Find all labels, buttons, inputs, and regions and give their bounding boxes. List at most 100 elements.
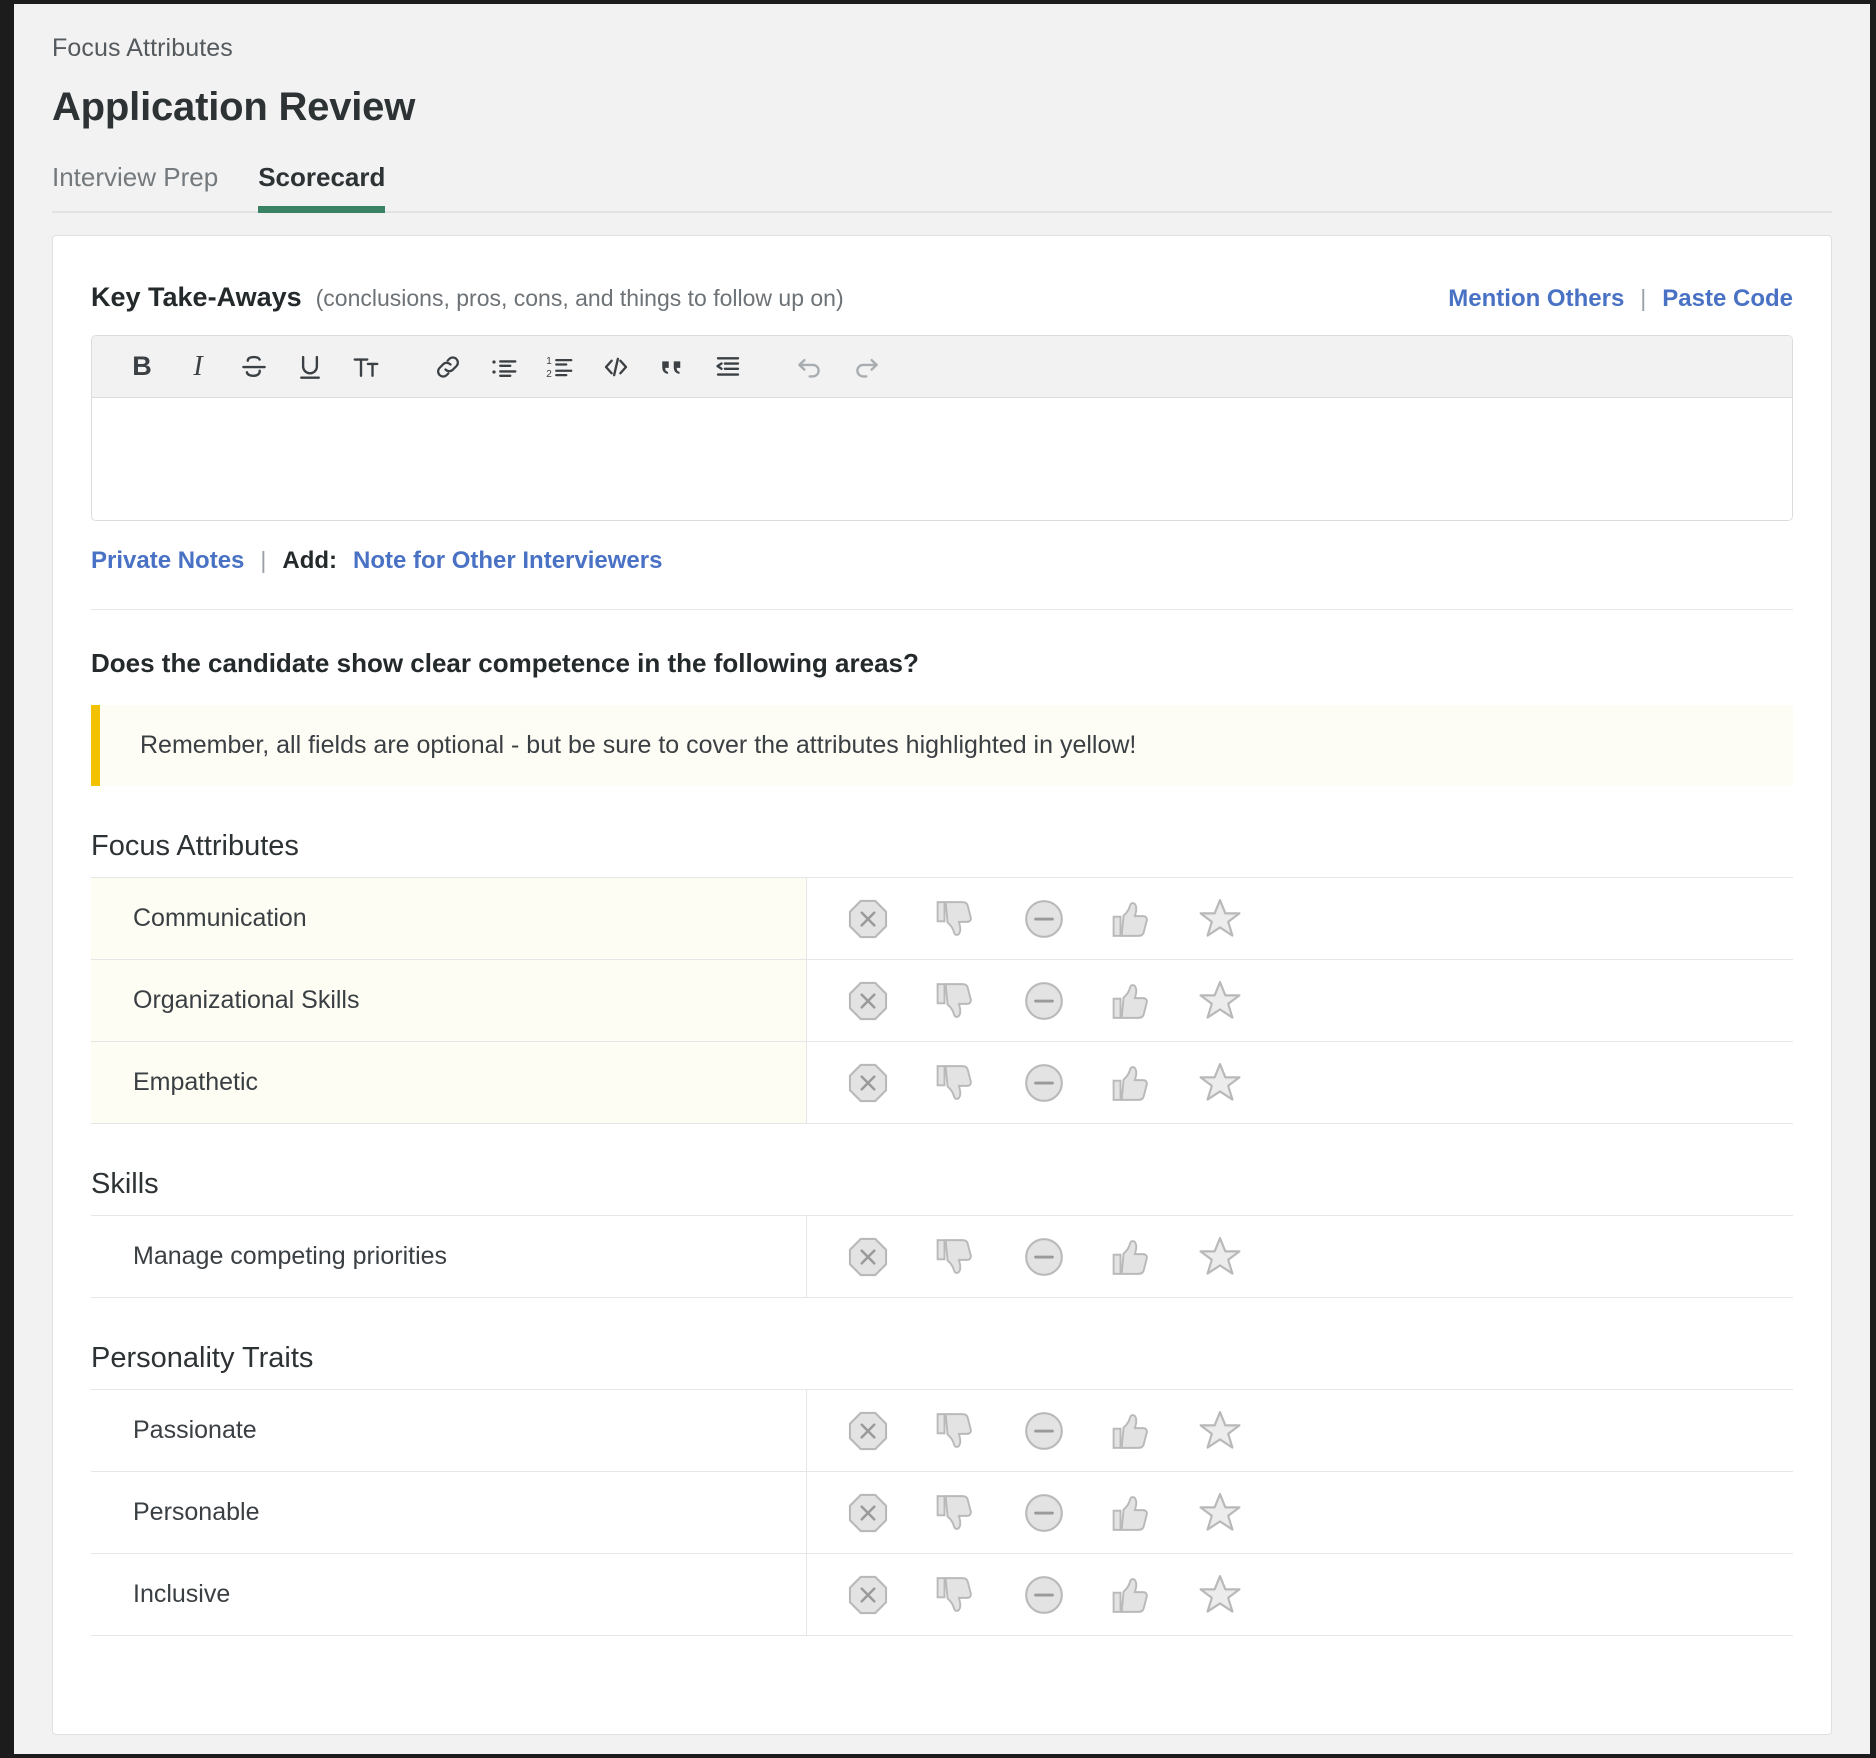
strong-no-icon[interactable] bbox=[843, 1232, 893, 1282]
thumbs-up-icon[interactable] bbox=[1107, 1488, 1157, 1538]
rich-text-editor: B I 1 2 bbox=[91, 335, 1793, 521]
strong-yes-star-icon[interactable] bbox=[1195, 1488, 1245, 1538]
page-title: Application Review bbox=[52, 85, 416, 129]
numbered-list-icon[interactable]: 1 2 bbox=[532, 341, 588, 393]
attribute-label: Empathetic bbox=[91, 1042, 807, 1123]
strong-no-icon[interactable] bbox=[843, 894, 893, 944]
strong-yes-star-icon[interactable] bbox=[1195, 976, 1245, 1026]
key-takeaways-header: Key Take-Aways (conclusions, pros, cons,… bbox=[91, 236, 1793, 335]
rating-group bbox=[807, 1390, 1245, 1471]
strong-no-icon[interactable] bbox=[843, 1058, 893, 1108]
attribute-label: Personable bbox=[91, 1472, 807, 1553]
table-row: Personable bbox=[91, 1472, 1793, 1554]
thumbs-down-icon[interactable] bbox=[931, 1406, 981, 1456]
strong-no-icon[interactable] bbox=[843, 1488, 893, 1538]
thumbs-down-icon[interactable] bbox=[931, 1058, 981, 1108]
mixed-icon[interactable] bbox=[1019, 894, 1069, 944]
key-takeaways-subtitle: (conclusions, pros, cons, and things to … bbox=[315, 285, 844, 311]
attribute-groups: Focus Attributes Communication Organizat… bbox=[91, 786, 1793, 1636]
rating-group bbox=[807, 878, 1245, 959]
link-icon[interactable] bbox=[420, 341, 476, 393]
paste-code-link[interactable]: Paste Code bbox=[1662, 285, 1793, 313]
group-title-personality-traits: Personality Traits bbox=[91, 1342, 314, 1374]
attribute-label: Passionate bbox=[91, 1390, 807, 1471]
table-row: Organizational Skills bbox=[91, 960, 1793, 1042]
table-row: Communication bbox=[91, 878, 1793, 960]
note-for-other-interviewers-link[interactable]: Note for Other Interviewers bbox=[353, 547, 662, 575]
strong-yes-star-icon[interactable] bbox=[1195, 1232, 1245, 1282]
thumbs-down-icon[interactable] bbox=[931, 894, 981, 944]
strong-no-icon[interactable] bbox=[843, 1406, 893, 1456]
strong-yes-star-icon[interactable] bbox=[1195, 1406, 1245, 1456]
strong-no-icon[interactable] bbox=[843, 1570, 893, 1620]
thumbs-down-icon[interactable] bbox=[931, 1570, 981, 1620]
page-header: Focus Attributes Application Review Inte… bbox=[14, 4, 1870, 213]
attribute-table-personality-traits: Passionate Personable Inclusive bbox=[91, 1389, 1793, 1636]
thumbs-down-icon[interactable] bbox=[931, 1488, 981, 1538]
table-row: Empathetic bbox=[91, 1042, 1793, 1124]
attribute-table-skills: Manage competing priorities bbox=[91, 1215, 1793, 1298]
thumbs-up-icon[interactable] bbox=[1107, 976, 1157, 1026]
text-size-icon[interactable] bbox=[338, 341, 394, 393]
notes-actions: Private Notes | Add: Note for Other Inte… bbox=[91, 521, 1793, 609]
svg-text:1: 1 bbox=[546, 355, 552, 366]
thumbs-up-icon[interactable] bbox=[1107, 1570, 1157, 1620]
attribute-label: Communication bbox=[91, 878, 807, 959]
attribute-label: Organizational Skills bbox=[91, 960, 807, 1041]
link-separator: | bbox=[1640, 285, 1647, 311]
notes-separator: | bbox=[260, 547, 267, 573]
app-viewport: Focus Attributes Application Review Inte… bbox=[14, 4, 1870, 1754]
key-takeaways-input[interactable] bbox=[92, 398, 1792, 520]
attribute-table-focus-attributes: Communication Organizational Skills Empa… bbox=[91, 877, 1793, 1124]
bold-icon[interactable]: B bbox=[114, 341, 170, 393]
table-row: Inclusive bbox=[91, 1554, 1793, 1636]
tab-scorecard[interactable]: Scorecard bbox=[236, 162, 407, 213]
bulleted-list-icon[interactable] bbox=[476, 341, 532, 393]
underline-icon[interactable] bbox=[282, 341, 338, 393]
thumbs-down-icon[interactable] bbox=[931, 1232, 981, 1282]
indent-icon[interactable] bbox=[700, 341, 756, 393]
editor-toolbar: B I 1 2 bbox=[92, 336, 1792, 398]
strong-yes-star-icon[interactable] bbox=[1195, 1570, 1245, 1620]
scorecard-card: Key Take-Aways (conclusions, pros, cons,… bbox=[52, 235, 1832, 1735]
rating-group bbox=[807, 1554, 1245, 1635]
thumbs-down-icon[interactable] bbox=[931, 976, 981, 1026]
redo-icon[interactable] bbox=[838, 341, 894, 393]
table-row: Manage competing priorities bbox=[91, 1216, 1793, 1298]
strong-yes-star-icon[interactable] bbox=[1195, 1058, 1245, 1108]
mixed-icon[interactable] bbox=[1019, 1406, 1069, 1456]
assessment-question: Does the candidate show clear competence… bbox=[91, 648, 919, 678]
undo-icon[interactable] bbox=[782, 341, 838, 393]
rating-group bbox=[807, 1216, 1245, 1297]
italic-icon[interactable]: I bbox=[170, 341, 226, 393]
attribute-label: Manage competing priorities bbox=[91, 1216, 807, 1297]
add-label: Add: bbox=[282, 547, 338, 574]
mixed-icon[interactable] bbox=[1019, 976, 1069, 1026]
private-notes-link[interactable]: Private Notes bbox=[91, 547, 244, 575]
code-icon[interactable] bbox=[588, 341, 644, 393]
rating-group bbox=[807, 1042, 1245, 1123]
rating-group bbox=[807, 960, 1245, 1041]
svg-text:2: 2 bbox=[546, 369, 552, 380]
tab-interview-prep[interactable]: Interview Prep bbox=[52, 162, 236, 211]
key-takeaways-title: Key Take-Aways bbox=[91, 282, 302, 312]
tab-bar: Interview Prep Scorecard bbox=[52, 162, 1832, 213]
strong-no-icon[interactable] bbox=[843, 976, 893, 1026]
mention-others-link[interactable]: Mention Others bbox=[1448, 285, 1624, 313]
rating-group bbox=[807, 1472, 1245, 1553]
mixed-icon[interactable] bbox=[1019, 1232, 1069, 1282]
blockquote-icon[interactable] bbox=[644, 341, 700, 393]
mixed-icon[interactable] bbox=[1019, 1058, 1069, 1108]
strikethrough-icon[interactable] bbox=[226, 341, 282, 393]
optional-fields-notice: Remember, all fields are optional - but … bbox=[91, 705, 1793, 786]
thumbs-up-icon[interactable] bbox=[1107, 894, 1157, 944]
mixed-icon[interactable] bbox=[1019, 1488, 1069, 1538]
strong-yes-star-icon[interactable] bbox=[1195, 894, 1245, 944]
thumbs-up-icon[interactable] bbox=[1107, 1406, 1157, 1456]
attribute-label: Inclusive bbox=[91, 1554, 807, 1635]
thumbs-up-icon[interactable] bbox=[1107, 1232, 1157, 1282]
table-row: Passionate bbox=[91, 1390, 1793, 1472]
group-title-focus-attributes: Focus Attributes bbox=[91, 830, 299, 862]
mixed-icon[interactable] bbox=[1019, 1570, 1069, 1620]
thumbs-up-icon[interactable] bbox=[1107, 1058, 1157, 1108]
